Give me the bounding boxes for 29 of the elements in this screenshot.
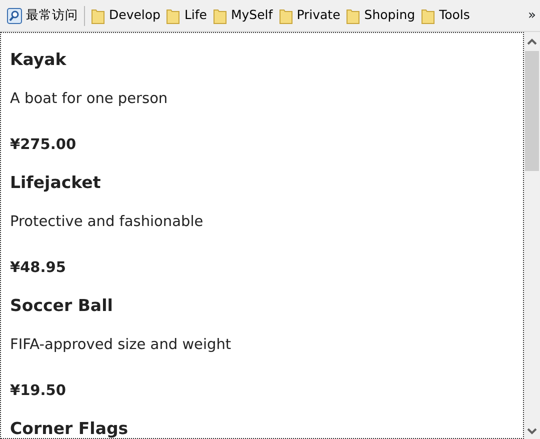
folder-icon xyxy=(346,8,360,24)
product-name: Corner Flags xyxy=(10,419,128,438)
product-name: Kayak xyxy=(10,50,66,70)
scroll-up-icon[interactable] xyxy=(527,38,537,45)
folder-icon xyxy=(278,8,293,24)
bookmark-folder[interactable]: Develop xyxy=(88,6,164,25)
product-description: A boat for one person xyxy=(10,90,168,109)
product-price: ¥48.95 xyxy=(10,259,66,278)
bookmark-folder[interactable]: Shoping xyxy=(343,6,418,25)
product-name: Lifejacket xyxy=(10,173,101,193)
search-page-icon xyxy=(7,8,22,24)
product-description: Protective and fashionable xyxy=(10,213,204,232)
folder-icon xyxy=(421,8,436,24)
overflow-chevron[interactable]: » xyxy=(528,6,540,26)
bookmark-link[interactable]: 最常访问 xyxy=(4,6,81,25)
product-price: ¥275.00 xyxy=(10,136,76,155)
bookmark-folder[interactable]: Private xyxy=(276,6,344,25)
product-name: Soccer Ball xyxy=(10,296,113,316)
scroll-thumb[interactable] xyxy=(525,51,539,171)
product-description: FIFA-approved size and weight xyxy=(10,336,232,355)
folder-icon xyxy=(91,8,105,24)
folder-icon xyxy=(213,8,227,24)
bookmark-folder[interactable]: MySelf xyxy=(210,6,276,25)
bookmark-folder[interactable]: Life xyxy=(163,6,210,25)
bookmark-folder[interactable]: Tools xyxy=(418,6,473,25)
folder-icon xyxy=(166,8,180,24)
scroll-down-icon[interactable] xyxy=(527,428,537,435)
scrollbar[interactable] xyxy=(524,32,540,439)
product-price: ¥19.50 xyxy=(10,382,66,401)
